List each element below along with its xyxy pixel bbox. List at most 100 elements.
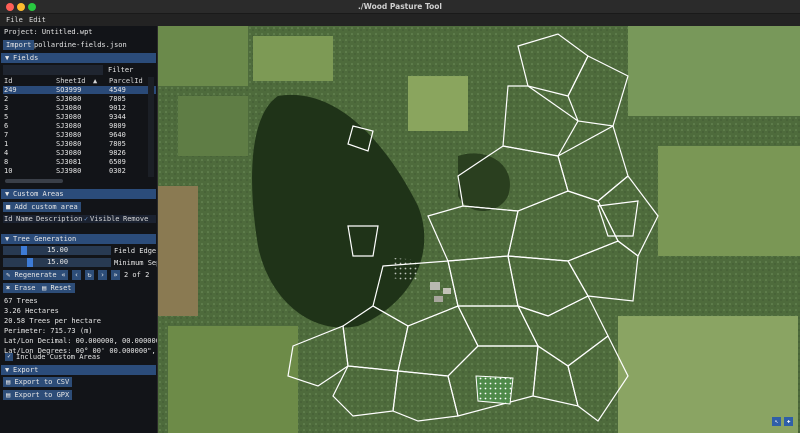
- page-indicator: 2 of 2: [124, 271, 150, 279]
- import-button[interactable]: Import: [3, 40, 35, 50]
- column-id[interactable]: Id: [4, 215, 12, 223]
- menu-edit[interactable]: Edit: [29, 14, 46, 26]
- column-parcelid[interactable]: ParcelId: [109, 77, 143, 85]
- building: [443, 288, 451, 294]
- table-row[interactable]: 249 SO3999 4549: [3, 86, 156, 94]
- cell-id: 7: [4, 131, 9, 139]
- regenerate-button[interactable]: ✎ Regenerate: [3, 270, 60, 280]
- table-row[interactable]: 4 SJ3080 9826: [3, 149, 156, 157]
- reset-label: Reset: [50, 284, 72, 292]
- cell-parcelid: 0302: [109, 167, 126, 175]
- erase-label: Erase: [14, 284, 36, 292]
- nav-next-button[interactable]: ›: [98, 270, 107, 280]
- export-header-label: Export: [13, 366, 39, 374]
- terrain-patch: [408, 76, 468, 131]
- include-custom-areas-checkbox[interactable]: ✓: [5, 353, 13, 361]
- fields-header[interactable]: ▼ Fields: [1, 53, 156, 63]
- collapse-arrow-icon: ▼: [5, 54, 10, 62]
- cell-sheetid: SJ3080: [56, 122, 82, 130]
- column-name[interactable]: Name: [16, 215, 33, 223]
- check-icon: ✓: [7, 353, 11, 360]
- field-edge-slider[interactable]: 15.00: [3, 246, 111, 255]
- include-custom-areas-label: Include Custom Areas: [16, 353, 101, 361]
- cell-parcelid: 7805: [109, 95, 126, 103]
- cell-sheetid: SJ3080: [56, 131, 82, 139]
- cell-sheetid: SJ3080: [56, 104, 82, 112]
- add-custom-area-button[interactable]: ■ Add custom area: [3, 202, 81, 212]
- map-add-tool-icon[interactable]: ✚: [784, 417, 793, 426]
- cell-sheetid: SJ3080: [56, 113, 82, 121]
- cell-parcelid: 9826: [109, 149, 126, 157]
- title-bar: ./Wood Pasture Tool: [0, 0, 800, 14]
- table-row[interactable]: 10 SJ3980 0302: [3, 167, 156, 175]
- map-pointer-tool-icon[interactable]: ↖: [772, 417, 781, 426]
- table-row[interactable]: 2 SJ3080 7805: [3, 95, 156, 103]
- reset-button[interactable]: ▤ Reset: [39, 283, 75, 293]
- column-sheetid[interactable]: SheetId: [56, 77, 86, 85]
- table-row[interactable]: 7 SJ3080 9640: [3, 131, 156, 139]
- cell-parcelid: 9640: [109, 131, 126, 139]
- perimeter: Perimeter: 715.73 (m): [4, 327, 93, 335]
- aerial-map[interactable]: [158, 26, 800, 433]
- nav-last-button[interactable]: »: [111, 270, 120, 280]
- cell-sheetid: SJ3080: [56, 95, 82, 103]
- table-row[interactable]: 5 SJ3080 9344: [3, 113, 156, 121]
- cell-id: 1: [4, 140, 9, 148]
- column-visible[interactable]: Visible: [90, 215, 120, 223]
- nav-reload-button[interactable]: ↻: [85, 270, 94, 280]
- slider-handle[interactable]: [27, 258, 33, 267]
- export-csv-button[interactable]: ▤ Export to CSV: [3, 377, 73, 387]
- cell-parcelid: 9012: [109, 104, 126, 112]
- table-row[interactable]: 8 SJ3081 6509: [3, 158, 156, 166]
- collapse-arrow-icon: ▼: [5, 235, 10, 243]
- filter-label: Filter: [108, 66, 134, 74]
- column-id[interactable]: Id: [4, 77, 12, 85]
- table-row[interactable]: 1 SJ3080 7805: [3, 140, 156, 148]
- table-row[interactable]: 3 SJ3080 9012: [3, 104, 156, 112]
- collapse-arrow-icon: ▼: [5, 366, 10, 374]
- menu-file[interactable]: File: [6, 14, 23, 26]
- cell-parcelid: 9809: [109, 122, 126, 130]
- nav-first-button[interactable]: «: [59, 270, 68, 280]
- slider-handle[interactable]: [21, 246, 27, 255]
- trees-count: 67 Trees: [4, 297, 38, 305]
- terrain-patch: [158, 186, 198, 316]
- field-edge-label: Field Edge C: [114, 247, 157, 255]
- tree-generation-header-label: Tree Generation: [13, 235, 77, 243]
- export-gpx-label: Export to GPX: [14, 391, 70, 399]
- table-vertical-scrollbar[interactable]: [148, 77, 154, 177]
- export-csv-label: Export to CSV: [14, 378, 70, 386]
- collapse-arrow-icon: ▼: [5, 190, 10, 198]
- table-row[interactable]: 6 SJ3080 9809: [3, 122, 156, 130]
- filter-input[interactable]: [3, 65, 103, 75]
- column-description[interactable]: Description: [36, 215, 82, 223]
- cell-sheetid: SJ3081: [56, 158, 82, 166]
- sort-asc-icon: ▲: [93, 77, 98, 85]
- cell-sheetid: SJ3080: [56, 149, 82, 157]
- cell-id: 249: [4, 86, 17, 94]
- nav-prev-button[interactable]: ‹: [72, 270, 81, 280]
- regenerate-label: Regenerate: [14, 271, 57, 279]
- hectares: 3.26 Hectares: [4, 307, 59, 315]
- cell-sheetid: SO3999: [56, 86, 82, 94]
- check-icon: ✓: [84, 215, 89, 223]
- min-separation-slider[interactable]: 15.00: [3, 258, 111, 267]
- tree-generation-header[interactable]: ▼ Tree Generation: [1, 234, 156, 244]
- cell-id: 2: [4, 95, 9, 103]
- custom-areas-header[interactable]: ▼ Custom Areas: [1, 189, 156, 199]
- export-gpx-button[interactable]: ▤ Export to GPX: [3, 390, 73, 400]
- column-remove[interactable]: Remove: [123, 215, 148, 223]
- export-header[interactable]: ▼ Export: [1, 365, 156, 375]
- cell-parcelid: 6509: [109, 158, 126, 166]
- cell-id: 5: [4, 113, 9, 121]
- terrain-patch: [158, 26, 248, 86]
- custom-areas-table-header: Id Name Description ✓ Visible Remove: [3, 215, 156, 223]
- map-view[interactable]: ↖ ✚: [158, 26, 800, 433]
- cell-id: 10: [4, 167, 13, 175]
- menu-bar: File Edit: [0, 14, 800, 26]
- erase-button[interactable]: ✖ Erase: [3, 283, 39, 293]
- table-horizontal-scrollbar[interactable]: [5, 179, 63, 183]
- fields-table-header: Id SheetId ▲ ParcelId 0: [3, 77, 156, 85]
- terrain-patch: [178, 96, 248, 156]
- control-panel: Project: Untitled.wpt Import pollardine-…: [0, 26, 158, 433]
